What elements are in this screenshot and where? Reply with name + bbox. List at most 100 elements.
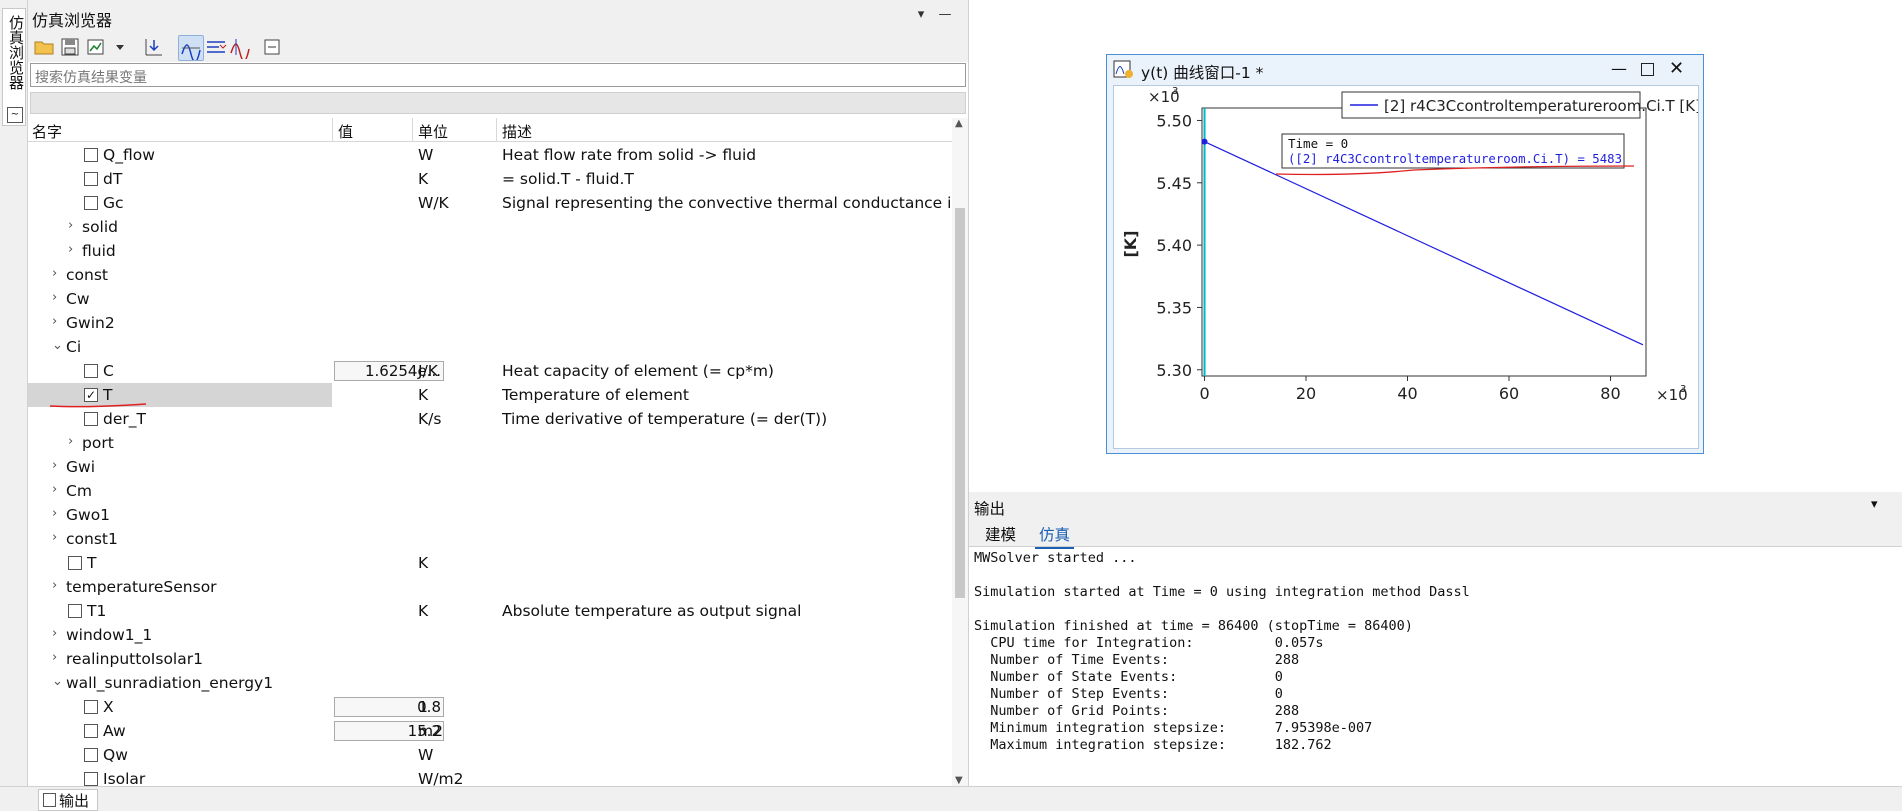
output-bottom-tab[interactable]: 输出 <box>38 789 99 811</box>
tree-row[interactable]: › Gwo1 <box>28 503 952 527</box>
save-icon[interactable] <box>58 35 82 59</box>
tree-row[interactable]: › const1 <box>28 527 952 551</box>
export-dropdown-chevron-down-icon[interactable] <box>108 35 124 59</box>
tree-row[interactable]: › Cw <box>28 287 952 311</box>
checkbox[interactable] <box>84 700 98 714</box>
checkbox[interactable] <box>84 148 98 162</box>
scroll-down-icon[interactable]: ▼ <box>955 775 963 786</box>
tree-row[interactable]: Q_flow W Heat flow rate from solid -> flui… <box>28 143 952 167</box>
tree-row[interactable]: Aw 15.2 m2 <box>28 719 952 743</box>
tree-row[interactable]: › window1_1 <box>28 623 952 647</box>
window-minimize-icon[interactable]: — <box>1611 59 1627 78</box>
browser-toolbar <box>28 32 968 63</box>
chevron-right-icon[interactable]: › <box>52 314 57 329</box>
col-unit-header[interactable]: 单位 <box>418 121 448 142</box>
y-tick-label: 5.40 <box>1156 236 1192 255</box>
tree-item-name: realinputtoIsolar1 <box>66 650 203 668</box>
tree-row[interactable]: › Cm <box>28 479 952 503</box>
tree-row[interactable]: T1 K Absolute temperature as output signal <box>28 599 952 623</box>
line-chart[interactable]: 5.305.355.405.455.500 20 40 60 80×103×103[K]… <box>1114 86 1701 448</box>
chevron-down-icon[interactable]: ⌄ <box>52 338 63 353</box>
tree-row[interactable]: › const <box>28 263 952 287</box>
chevron-right-icon[interactable]: › <box>52 482 57 497</box>
tree-row[interactable]: › Gwin2 <box>28 311 952 335</box>
plot-canvas[interactable]: 5.30 5.35 5.40 5.45 5.50 0 20 40 60 80 ×10 3 ×10 3 [K]… <box>1113 85 1701 449</box>
tree-row[interactable]: Isolar W/m2 <box>28 767 952 786</box>
chevron-right-icon[interactable]: › <box>52 506 57 521</box>
checkbox[interactable] <box>84 412 98 426</box>
output-menu-icon[interactable]: ▾ <box>1871 497 1878 512</box>
curve-compare-icon[interactable] <box>228 35 252 62</box>
tree-row[interactable]: Gc W/K Signal representing the convective … <box>28 191 952 215</box>
tree-item-name: Gwo1 <box>66 506 111 524</box>
checkbox[interactable] <box>68 604 82 618</box>
tree-row[interactable]: X 0.8 1 <box>28 695 952 719</box>
open-folder-icon[interactable] <box>32 35 56 59</box>
sim-browser-side-tab[interactable]: 仿真浏览器 ~ <box>2 8 26 126</box>
tree-row[interactable]: › temperatureSensor <box>28 575 952 599</box>
chevron-right-icon[interactable]: › <box>52 530 57 545</box>
plot-window-title: y(t) 曲线窗口-1 * <box>1141 64 1264 82</box>
tab-simulation[interactable]: 仿真 <box>1035 523 1075 549</box>
tree-item-name: wall_sunradiation_energy1 <box>66 674 274 692</box>
chevron-right-icon[interactable]: › <box>52 578 57 593</box>
tree-row[interactable]: dT K = solid.T - fluid.T <box>28 167 952 191</box>
variable-search-input[interactable]: 搜索仿真结果变量 <box>30 63 966 87</box>
minimize-icon[interactable]: — <box>936 6 954 24</box>
chevron-right-icon[interactable]: › <box>68 434 73 449</box>
collapse-all-icon[interactable] <box>260 35 284 59</box>
checkbox[interactable] <box>84 724 98 738</box>
col-value-header[interactable]: 值 <box>338 121 353 142</box>
tree-row[interactable]: ⌄ wall_sunradiation_energy1 <box>28 671 952 695</box>
tree-row[interactable]: C 1.6254e... J/K Heat capacity of element (… <box>28 359 952 383</box>
panel-menu-icon[interactable]: ▾ <box>912 6 930 24</box>
tree-row[interactable]: Qw W <box>28 743 952 767</box>
chevron-down-icon[interactable]: ⌄ <box>52 674 63 689</box>
checkbox-checked[interactable]: ✓ <box>84 388 98 402</box>
scrollbar-thumb[interactable] <box>955 208 965 598</box>
window-maximize-icon[interactable] <box>1641 63 1654 76</box>
chevron-right-icon[interactable]: › <box>52 290 57 305</box>
chevron-right-icon[interactable]: › <box>52 650 57 665</box>
checkbox[interactable] <box>84 748 98 762</box>
chevron-right-icon[interactable]: › <box>52 458 57 473</box>
chevron-right-icon[interactable]: › <box>52 266 57 281</box>
col-desc-header[interactable]: 描述 <box>502 121 532 142</box>
tree-item-name: dT <box>103 170 123 188</box>
chevron-right-icon[interactable]: › <box>52 626 57 641</box>
cursor-point <box>1201 138 1208 145</box>
chevron-right-icon[interactable]: › <box>68 218 73 233</box>
tree-row[interactable]: › realinputtoIsolar1 <box>28 647 952 671</box>
plot-window[interactable]: y(t) 曲线窗口-1 * — ✕ 5.30 5.35 5.40 5.45 5.50 0 2… <box>1106 54 1704 454</box>
chevron-right-icon[interactable]: › <box>68 242 73 257</box>
progress-bar <box>30 92 966 114</box>
cursor-tooltip-time: Time = 0 <box>1288 136 1348 151</box>
tab-modeling[interactable]: 建模 <box>981 523 1020 545</box>
export-icon[interactable] <box>84 35 108 59</box>
tree-item-name: Q_flow <box>103 146 155 164</box>
unit-cell: W/m2 <box>418 770 464 786</box>
tree-row[interactable]: › fluid <box>28 239 952 263</box>
plot-window-titlebar[interactable]: y(t) 曲线窗口-1 * — ✕ <box>1107 55 1703 85</box>
tree-row[interactable]: TK <box>28 551 952 575</box>
list-variables-icon[interactable] <box>204 35 228 59</box>
window-close-icon[interactable]: ✕ <box>1669 58 1684 79</box>
scroll-up-icon[interactable]: ▲ <box>955 118 963 129</box>
tree-row[interactable]: der_T K/s Time derivative of temperature (… <box>28 407 952 431</box>
checkbox[interactable] <box>84 364 98 378</box>
col-name-header[interactable]: 名字 <box>32 121 62 142</box>
plot-variable-icon[interactable] <box>178 35 204 63</box>
checkbox[interactable] <box>84 172 98 186</box>
import-icon[interactable] <box>142 35 166 59</box>
checkbox[interactable] <box>84 772 98 786</box>
tree-scrollbar[interactable]: ▲ ▼ <box>952 118 968 786</box>
checkbox[interactable] <box>68 556 82 570</box>
log-line: Maximum integration stepsize: 182.762 <box>974 737 1332 753</box>
tree-row[interactable]: ✓ T K Temperature of element <box>28 383 952 408</box>
tree-row[interactable]: › solid <box>28 215 952 239</box>
tree-row[interactable]: › Gwi <box>28 455 952 479</box>
tree-row[interactable]: ⌄ Ci <box>28 335 952 359</box>
tree-item-name: Qw <box>103 746 128 764</box>
tree-row[interactable]: › port <box>28 431 952 455</box>
checkbox[interactable] <box>84 196 98 210</box>
